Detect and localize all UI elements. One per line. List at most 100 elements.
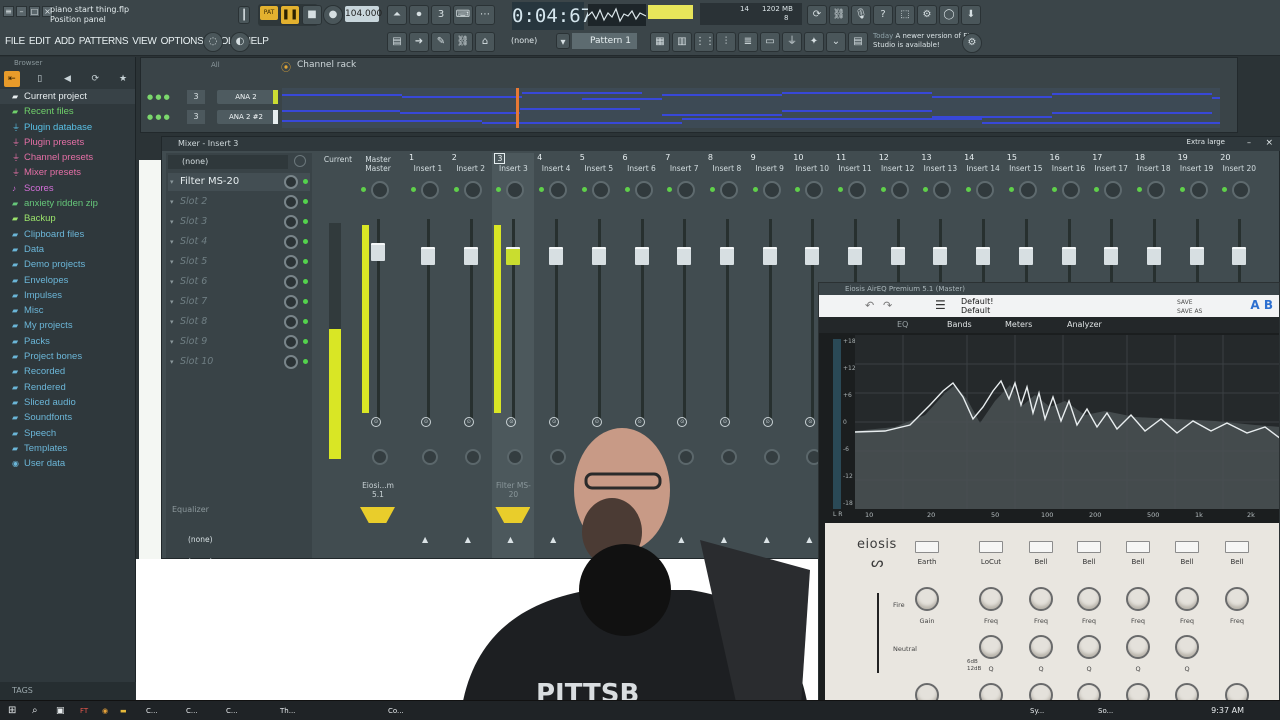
band-freq-knob[interactable]: [1077, 587, 1101, 611]
task-view-icon[interactable]: ▣: [56, 704, 65, 718]
insert-pan-knob[interactable]: [634, 181, 653, 199]
note-bar[interactable]: [582, 98, 662, 100]
browser-item[interactable]: ▰ Clipboard files: [0, 227, 135, 242]
taskbar-item[interactable]: C...: [226, 704, 238, 718]
browser-item[interactable]: ▰ Backup: [0, 211, 135, 226]
effect-slot[interactable]: ▾ Slot 7: [168, 293, 310, 311]
insert-fader[interactable]: [1104, 247, 1119, 265]
insert-led[interactable]: [709, 187, 715, 192]
insert-fader[interactable]: [762, 247, 777, 265]
band-q-knob[interactable]: [1077, 635, 1101, 659]
project-icon[interactable]: ▤: [848, 32, 868, 52]
channel-select-lamp[interactable]: [273, 110, 278, 124]
minimize-icon[interactable]: –: [1247, 138, 1251, 147]
sliders-icon[interactable]: ⫶: [716, 32, 736, 52]
channel-led-icon[interactable]: ● ● ●: [147, 93, 170, 101]
master-led[interactable]: [361, 187, 366, 192]
insert-fader[interactable]: [1146, 247, 1161, 265]
slot-mix-knob[interactable]: [284, 335, 298, 349]
insert-link-icon[interactable]: ⊙: [421, 417, 431, 427]
slot-menu-icon[interactable]: ▾: [170, 173, 174, 191]
insert-stereo-knob[interactable]: [422, 449, 438, 465]
insert-fader[interactable]: [1018, 247, 1033, 265]
browser-item[interactable]: ⏚ Plugin database: [0, 120, 135, 135]
slot-menu-icon[interactable]: ▾: [170, 273, 174, 291]
preset-name[interactable]: Default! Default: [961, 297, 993, 315]
band-button[interactable]: [1126, 541, 1150, 553]
dropdown-arrow-icon[interactable]: ▾: [556, 33, 570, 49]
mixer-icon[interactable]: ⋮⋮: [694, 32, 715, 52]
taskbar-item[interactable]: C...: [146, 704, 158, 718]
insert-led[interactable]: [795, 187, 801, 192]
insert-route-arrow[interactable]: ▲: [422, 535, 428, 544]
channel-rack-icon[interactable]: ▥: [672, 32, 692, 52]
insert-pan-knob[interactable]: [762, 181, 781, 199]
channel-mixer-num[interactable]: 3: [187, 110, 205, 124]
undo-icon[interactable]: ↶: [865, 299, 874, 312]
slot-mix-knob[interactable]: [284, 355, 298, 369]
fl-studio-taskbar-icon[interactable]: FT: [80, 704, 88, 718]
slot-enable-led[interactable]: [303, 219, 308, 224]
search-icon[interactable]: ⌕: [32, 704, 38, 718]
insert-pan-knob[interactable]: [976, 181, 995, 199]
channel-name[interactable]: ANA 2 #2: [217, 110, 275, 124]
note-bar[interactable]: [1052, 112, 1212, 114]
browser-item[interactable]: ▰ Data: [0, 242, 135, 257]
online-icon[interactable]: ⟳: [807, 5, 827, 25]
effect-slot[interactable]: ▾ Slot 4: [168, 233, 310, 251]
browser-item[interactable]: ⏚ Plugin presets: [0, 135, 135, 150]
insert-led[interactable]: [581, 187, 587, 192]
note-bar[interactable]: [982, 122, 1220, 124]
star-icon[interactable]: ★: [115, 71, 131, 87]
insert-led[interactable]: [453, 187, 459, 192]
slot-enable-led[interactable]: [303, 279, 308, 284]
save-label[interactable]: SAVE: [1177, 298, 1202, 307]
band-q-knob[interactable]: [1126, 635, 1150, 659]
taskbar-item[interactable]: So...: [1098, 704, 1113, 718]
insert-fader[interactable]: [976, 247, 991, 265]
recording-knob-icon[interactable]: ◌: [203, 32, 223, 52]
band-q-knob[interactable]: [1175, 635, 1199, 659]
maximize-icon[interactable]: □: [29, 6, 40, 17]
browser-item[interactable]: ▰ My projects: [0, 318, 135, 333]
insert-led[interactable]: [1222, 187, 1228, 192]
insert-led[interactable]: [880, 187, 886, 192]
band-toggle[interactable]: Bell: [1021, 541, 1061, 566]
slot-mix-knob[interactable]: [284, 235, 298, 249]
insert-pan-knob[interactable]: [1146, 181, 1165, 199]
insert-fader[interactable]: [805, 247, 820, 265]
taskbar-clock[interactable]: 9:37 AM: [1211, 704, 1244, 718]
browser-item[interactable]: ▰ Rendered: [0, 380, 135, 395]
slot-menu-icon[interactable]: ▾: [170, 193, 174, 211]
tab-eq[interactable]: EQ: [897, 320, 908, 329]
piano-roll-icon[interactable]: ▦: [650, 32, 670, 52]
piano-roll-preview[interactable]: [282, 88, 1220, 128]
band-toggle[interactable]: LoCut: [971, 541, 1011, 566]
band-button[interactable]: [1175, 541, 1199, 553]
browser-item[interactable]: ▰ Speech: [0, 426, 135, 441]
browser-item[interactable]: ◉ User data: [0, 456, 135, 471]
slot-mix-knob[interactable]: [284, 295, 298, 309]
note-bar[interactable]: [932, 96, 1052, 98]
browser-item[interactable]: ▰ Packs: [0, 334, 135, 349]
effect-slot[interactable]: ▾ Slot 8: [168, 313, 310, 331]
save-icon[interactable]: ⬚: [895, 5, 915, 25]
minimize-icon[interactable]: –: [16, 6, 27, 17]
slot-menu-icon[interactable]: ▾: [170, 353, 174, 371]
insert-fader[interactable]: [677, 247, 692, 265]
note-bar[interactable]: [400, 112, 520, 114]
stamp-icon[interactable]: ⌂: [475, 32, 495, 52]
slot-enable-led[interactable]: [303, 179, 308, 184]
insert-fader[interactable]: [421, 247, 435, 265]
tempo-display[interactable]: 104.000: [345, 6, 382, 22]
band-button[interactable]: [1225, 541, 1249, 553]
master-link-icon[interactable]: ⊙: [371, 417, 381, 427]
channel-select-lamp[interactable]: [273, 90, 278, 104]
band-freq-knob[interactable]: [1126, 587, 1150, 611]
insert-fader[interactable]: [1189, 247, 1204, 265]
mixer-preset-select[interactable]: (none): [168, 155, 288, 169]
record-icon[interactable]: ●: [323, 5, 343, 25]
insert-fader[interactable]: [1232, 247, 1247, 265]
slope-6db[interactable]: 6dB: [967, 659, 981, 666]
ab-compare[interactable]: A B: [1250, 298, 1273, 312]
